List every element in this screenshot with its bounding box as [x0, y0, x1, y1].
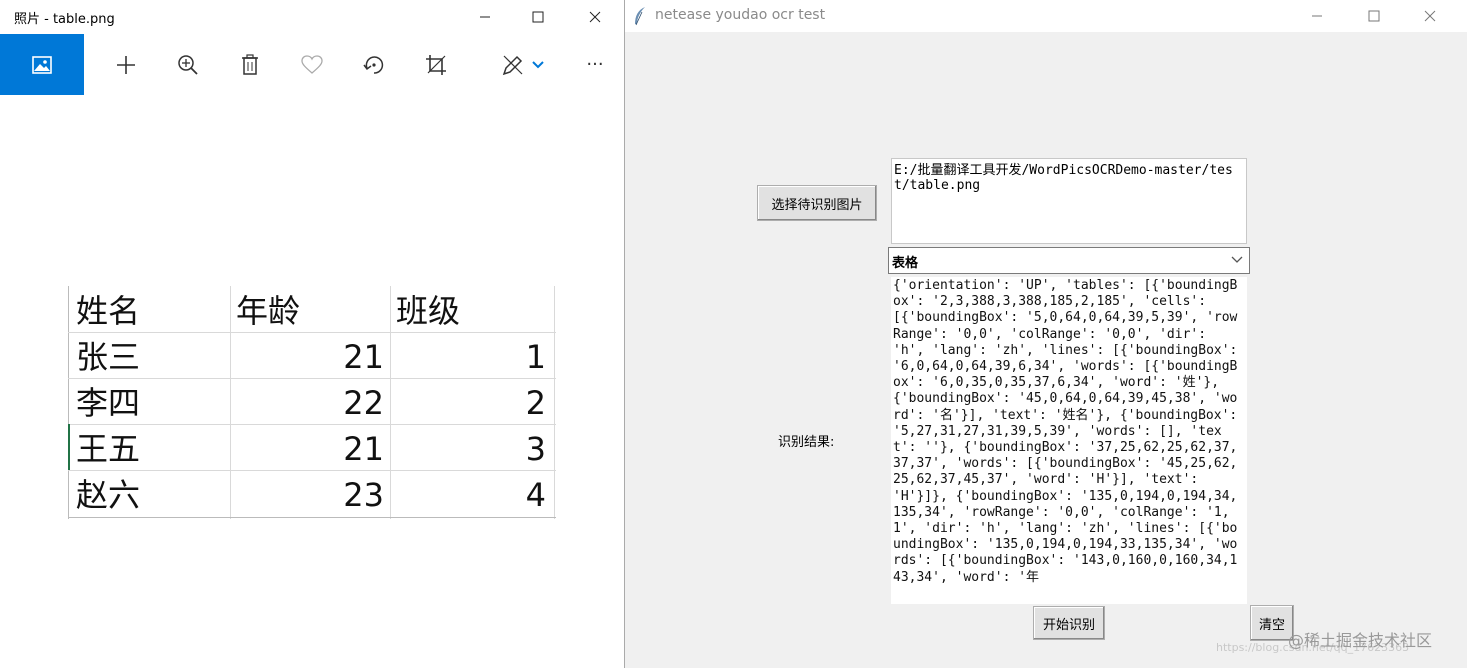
ocr-app-window: netease youdao ocr test 选择待识别图片 E:/批量翻译工… [624, 0, 1467, 668]
table-cell: 22 [343, 384, 384, 422]
chevron-down-icon [532, 60, 544, 68]
delete-button[interactable] [227, 34, 273, 95]
ocr-app-title: netease youdao ocr test [655, 7, 826, 23]
recognition-type-value: 表格 [892, 256, 919, 271]
table-cell: 3 [525, 430, 546, 468]
edit-dropdown[interactable] [520, 34, 556, 95]
table-header: 姓名 [76, 292, 141, 330]
minimize-icon [480, 16, 490, 18]
maximize-icon [1368, 10, 1380, 22]
table-header: 年龄 [236, 292, 301, 330]
close-button[interactable] [572, 0, 618, 34]
start-recognition-button[interactable]: 开始识别 [1033, 606, 1105, 640]
table-cell: 4 [525, 476, 546, 514]
crop-button[interactable] [413, 34, 459, 95]
select-image-button[interactable]: 选择待识别图片 [757, 185, 877, 221]
maximize-button[interactable] [1351, 0, 1397, 32]
result-text-area[interactable]: {'orientation': 'UP', 'tables': [{'bound… [891, 277, 1247, 604]
delete-icon [242, 53, 258, 75]
minimize-icon [1312, 15, 1322, 17]
image-table: 姓名 年龄 班级 张三 21 1 李四 22 2 王五 21 3 赵六 23 4 [66, 286, 556, 519]
add-button[interactable] [103, 34, 149, 95]
image-path-field[interactable]: E:/批量翻译工具开发/WordPicsOCRDemo-master/test/… [891, 158, 1247, 244]
table-cell: 23 [343, 476, 384, 514]
result-label: 识别结果: [778, 435, 835, 450]
table-cell: 21 [343, 430, 384, 468]
table-header: 班级 [396, 292, 461, 330]
close-icon [1424, 10, 1436, 22]
minimize-button[interactable] [462, 0, 508, 34]
table-cell: 赵六 [76, 476, 141, 514]
more-icon: ··· [586, 54, 604, 75]
maximize-button[interactable] [515, 0, 561, 34]
maximize-icon [532, 11, 544, 23]
photos-toolbar: ··· [0, 34, 624, 96]
rotate-icon [363, 55, 384, 74]
heart-icon [301, 54, 323, 74]
recognition-type-select[interactable]: 表格 [888, 247, 1250, 274]
feather-icon [635, 7, 645, 26]
table-cell: 王五 [76, 430, 141, 468]
table-cell: 1 [525, 338, 546, 376]
table-cell: 2 [525, 384, 546, 422]
rotate-button[interactable] [351, 34, 397, 95]
view-image-button[interactable] [0, 34, 84, 95]
ocr-app-titlebar: netease youdao ocr test [625, 0, 1467, 32]
table-cell: 21 [343, 338, 384, 376]
close-button[interactable] [1407, 0, 1453, 32]
photos-window-title: 照片 - table.png [14, 12, 115, 27]
juejin-watermark: @稀土掘金技术社区 [1288, 631, 1433, 650]
photos-titlebar: 照片 - table.png [0, 0, 624, 34]
picture-icon [32, 55, 52, 74]
close-icon [589, 11, 601, 23]
favorite-button[interactable] [289, 34, 335, 95]
zoom-in-icon [178, 54, 198, 75]
crop-icon [426, 54, 446, 75]
table-cell: 李四 [76, 384, 141, 422]
chevron-down-icon [1231, 256, 1243, 263]
more-button[interactable]: ··· [572, 34, 618, 95]
zoom-button[interactable] [165, 34, 211, 95]
table-cell: 张三 [76, 338, 141, 376]
minimize-button[interactable] [1294, 0, 1340, 32]
add-icon [117, 55, 135, 74]
photos-window: 照片 - table.png ··· 姓名 年龄 班级 张三 21 1 李四 2… [0, 0, 624, 668]
